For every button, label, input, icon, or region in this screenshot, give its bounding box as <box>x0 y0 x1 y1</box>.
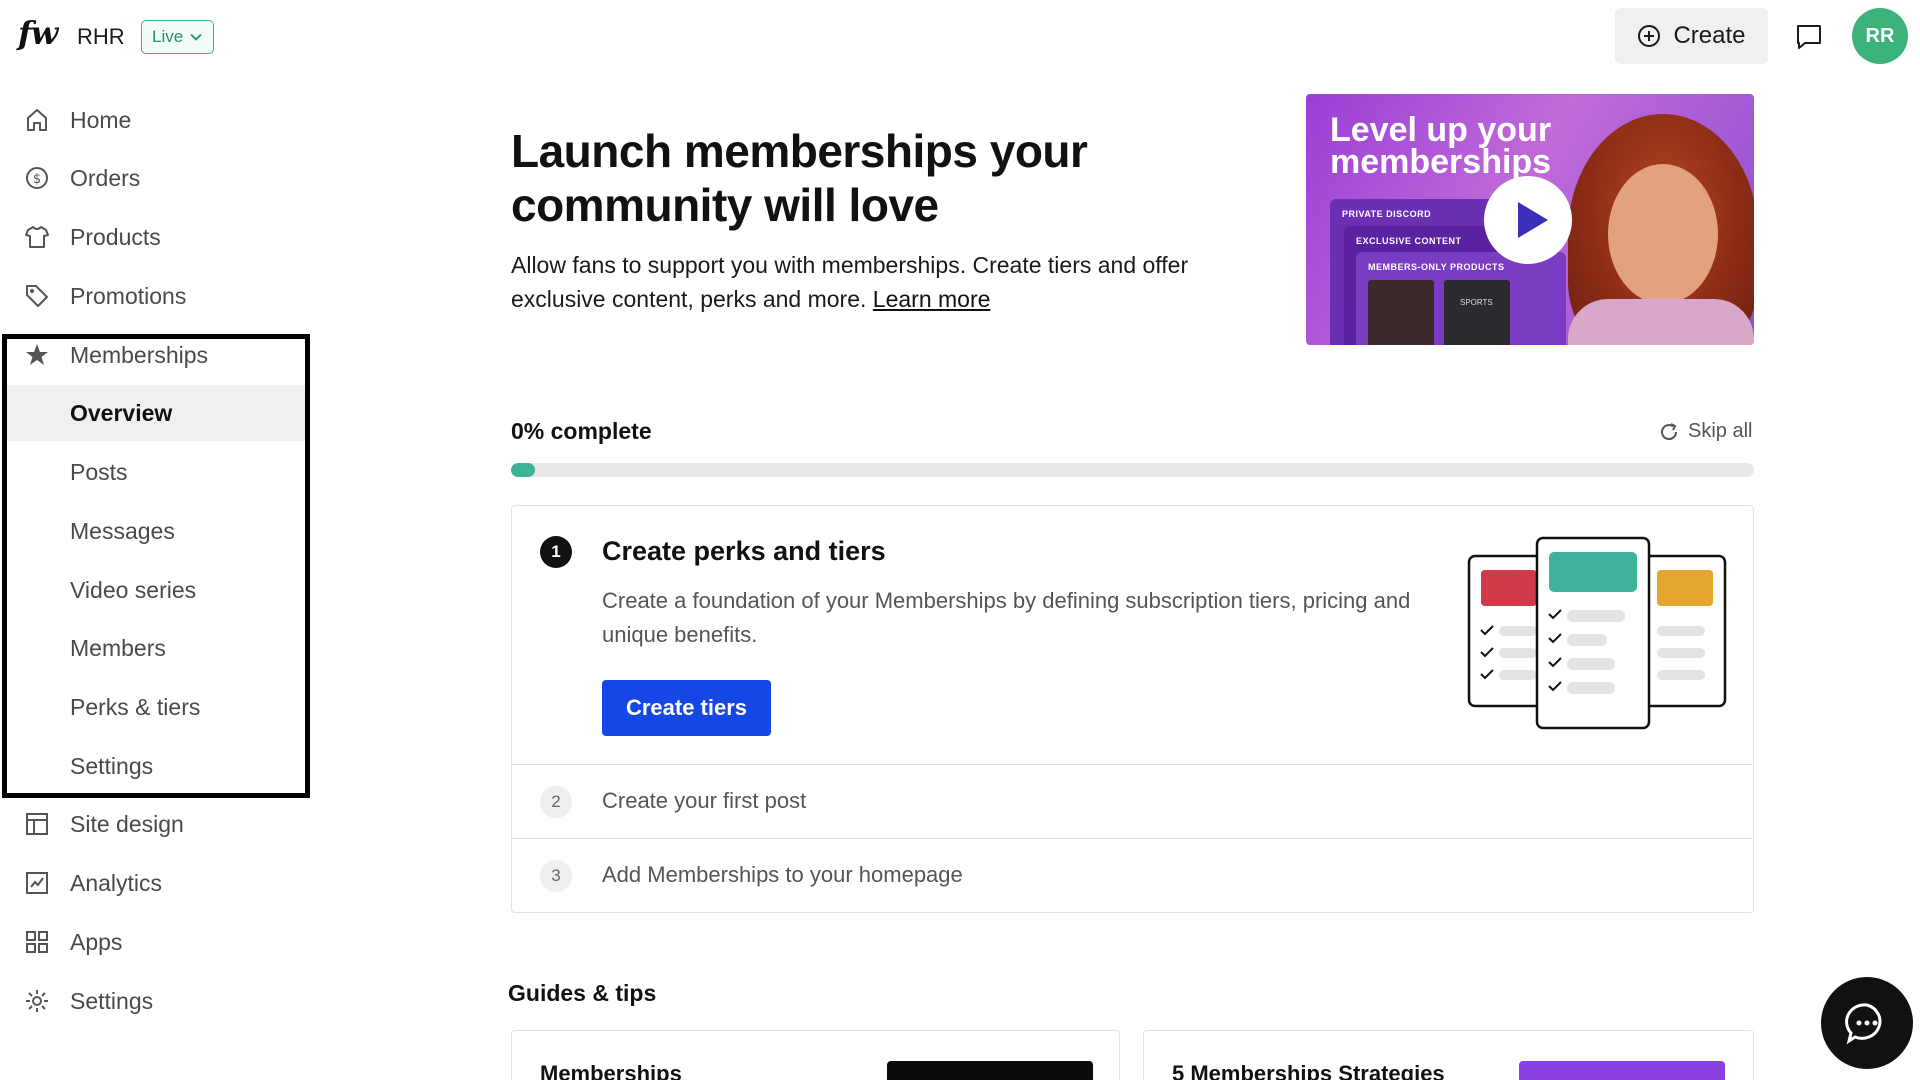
step-title: Create perks and tiers <box>602 536 886 566</box>
create-button[interactable]: Create <box>1615 8 1768 64</box>
status-badge-label: Live <box>152 27 184 46</box>
hero-description: Allow fans to support you with membershi… <box>511 248 1241 316</box>
sidebar-item-site-design[interactable]: Site design <box>0 796 306 852</box>
product-thumb-hoodie <box>1368 280 1434 345</box>
sidebar-subitem-members[interactable]: Members <box>7 620 305 676</box>
skip-all-button[interactable]: Skip all <box>1658 420 1752 443</box>
create-button-label: Create <box>1673 22 1746 49</box>
sidebar-item-label: Home <box>70 106 132 133</box>
product-thumb-cap: SPORTS <box>1444 280 1510 345</box>
tiers-illustration <box>1467 536 1727 730</box>
sidebar-subitem-label: Posts <box>70 458 128 485</box>
page-title: Launch memberships your community will l… <box>511 125 1088 231</box>
step-item[interactable]: 2 Create your first post <box>512 765 1753 839</box>
promo-tag-label: PRIVATE DISCORD <box>1342 209 1432 219</box>
shirt-icon <box>25 226 49 248</box>
step-number: 2 <box>540 786 572 818</box>
sidebar-item-label: Apps <box>70 928 123 955</box>
brand-logo[interactable]: fw <box>18 14 58 52</box>
messages-icon[interactable] <box>1794 22 1824 52</box>
store-name: RHR <box>77 24 125 49</box>
play-button[interactable] <box>1484 176 1572 264</box>
home-icon <box>27 109 47 131</box>
promo-title: Level up your memberships <box>1330 111 1552 181</box>
guide-card-title: Memberships <box>540 1061 682 1080</box>
sidebar-item-settings[interactable]: Settings <box>0 973 306 1029</box>
hero-description-text: Allow fans to support you with membershi… <box>511 252 1189 312</box>
play-icon <box>1518 202 1548 238</box>
promo-tag-label: EXCLUSIVE CONTENT <box>1356 236 1462 246</box>
onboarding-steps-card: 1 Create perks and tiers Create a founda… <box>511 505 1754 913</box>
product-thumb-label: SPORTS <box>1460 298 1493 307</box>
step-number: 3 <box>540 860 572 892</box>
chart-icon <box>26 872 48 894</box>
top-bar: fw RHR Live Create RR <box>0 0 1920 72</box>
sidebar-item-label: Site design <box>70 810 184 837</box>
sidebar-item-promotions[interactable]: Promotions <box>0 268 306 324</box>
dollar-circle-icon: $ <box>26 167 48 189</box>
step-title: Create your first post <box>602 788 807 813</box>
sidebar-subitem-settings[interactable]: Settings <box>7 738 305 794</box>
progress-bar <box>511 463 1754 477</box>
sidebar-item-products[interactable]: Products <box>0 209 306 265</box>
promo-video-thumbnail[interactable]: Level up your memberships PRIVATE DISCOR… <box>1306 94 1754 345</box>
sidebar-subitem-overview[interactable]: Overview <box>7 385 305 441</box>
plus-circle-icon <box>1638 25 1661 47</box>
sidebar-item-label: Settings <box>70 987 154 1014</box>
skip-all-label: Skip all <box>1688 420 1753 442</box>
progress-bar-fill <box>511 463 535 477</box>
guide-card[interactable]: Memberships <box>511 1030 1120 1080</box>
guide-thumbnail <box>1519 1061 1725 1080</box>
step-description: Create a foundation of your Memberships … <box>602 588 1411 647</box>
sidebar-subitem-perks-tiers[interactable]: Perks & tiers <box>7 679 305 735</box>
avatar[interactable]: RR <box>1852 8 1908 64</box>
star-icon <box>26 344 48 365</box>
presenter-face <box>1608 164 1718 304</box>
layout-icon <box>26 813 48 835</box>
sidebar-subitem-posts[interactable]: Posts <box>7 444 305 500</box>
sidebar-subitem-label: Members <box>70 634 166 661</box>
sidebar-item-analytics[interactable]: Analytics <box>0 855 306 911</box>
sidebar-subitem-label: Settings <box>70 752 154 779</box>
sidebar-subitem-label: Overview <box>70 399 173 426</box>
refresh-icon <box>1661 422 1678 440</box>
guide-card-title: 5 Memberships Strategies <box>1172 1061 1445 1080</box>
chevron-down-icon <box>190 33 202 41</box>
gear-icon <box>26 990 48 1012</box>
sidebar-item-label: Memberships <box>70 341 209 368</box>
sidebar-item-label: Orders <box>70 164 141 191</box>
sidebar-item-memberships[interactable]: Memberships <box>0 327 306 383</box>
tag-icon <box>26 285 48 307</box>
sidebar-subitem-messages[interactable]: Messages <box>7 503 305 559</box>
chat-bubble-icon <box>1845 1003 1882 1045</box>
promo-card-products: MEMBERS-ONLY PRODUCTS SPORTS <box>1356 252 1566 345</box>
step-item-active: 1 Create perks and tiers Create a founda… <box>512 506 1753 765</box>
guide-thumbnail <box>887 1061 1093 1080</box>
presenter-body <box>1568 299 1754 345</box>
sidebar-item-label: Promotions <box>70 282 187 309</box>
step-number: 1 <box>540 536 572 568</box>
sidebar-item-home[interactable]: Home <box>0 92 306 148</box>
sidebar-subitem-label: Messages <box>70 517 175 544</box>
grid-icon <box>26 931 48 953</box>
step-title: Add Memberships to your homepage <box>602 862 963 887</box>
sidebar-item-orders[interactable]: $ Orders <box>0 150 306 206</box>
status-badge[interactable]: Live <box>141 20 215 54</box>
sidebar-item-label: Analytics <box>70 869 163 896</box>
learn-more-link[interactable]: Learn more <box>873 286 991 312</box>
sidebar-subitem-label: Perks & tiers <box>70 693 201 720</box>
progress-label: 0% complete <box>511 418 652 444</box>
guide-card[interactable]: 5 Memberships Strategies <box>1143 1030 1754 1080</box>
sidebar-subitem-label: Video series <box>70 576 197 603</box>
svg-text:$: $ <box>33 172 41 187</box>
sidebar-item-label: Products <box>70 223 161 250</box>
create-tiers-button[interactable]: Create tiers <box>602 680 771 736</box>
step-item[interactable]: 3 Add Memberships to your homepage <box>512 839 1753 913</box>
sidebar-item-apps[interactable]: Apps <box>0 914 306 970</box>
guides-section-title: Guides & tips <box>508 980 657 1006</box>
sidebar-subitem-video-series[interactable]: Video series <box>7 562 305 618</box>
support-chat-button[interactable] <box>1821 977 1913 1069</box>
